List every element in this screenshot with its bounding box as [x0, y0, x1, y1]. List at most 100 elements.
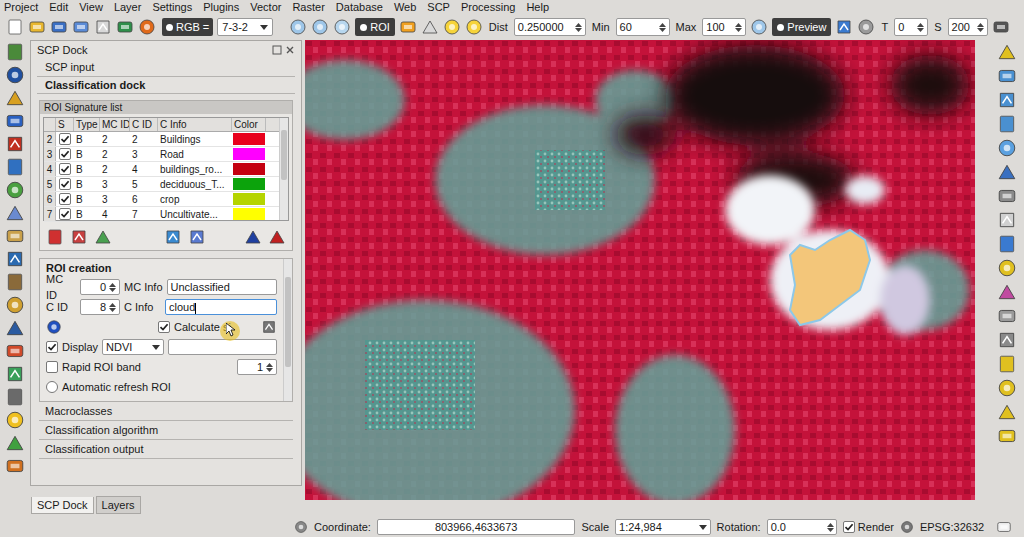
map-tool-icon[interactable] — [997, 42, 1017, 62]
checkbox[interactable] — [158, 321, 170, 333]
spin-arrows-icon[interactable] — [977, 23, 986, 32]
remove-roi-icon[interactable] — [46, 228, 64, 246]
menu-item[interactable]: SCP — [427, 0, 450, 14]
rotation-field[interactable]: 0.0 — [767, 519, 837, 535]
save-roi-icon[interactable] — [46, 319, 62, 335]
map-tool-icon[interactable] — [997, 258, 1017, 278]
map-tool-icon[interactable] — [997, 138, 1017, 158]
plugin-tool-icon[interactable] — [5, 341, 25, 361]
add-roi-icon[interactable] — [443, 18, 461, 36]
spin-arrows-icon[interactable] — [827, 523, 836, 532]
database-icon[interactable] — [992, 18, 1010, 36]
display-combo[interactable]: NDVI — [102, 339, 164, 355]
checkbox[interactable] — [59, 163, 71, 175]
spinbox[interactable]: 1 — [237, 359, 277, 375]
menu-item[interactable]: Vector — [250, 0, 281, 14]
checkbox[interactable] — [59, 193, 71, 205]
map-tool-icon[interactable] — [997, 210, 1017, 230]
checkbox[interactable] — [46, 341, 58, 353]
menu-item[interactable]: Plugins — [203, 0, 239, 14]
color-swatch[interactable] — [233, 178, 265, 190]
field-value[interactable]: 0 — [898, 19, 917, 35]
plugin-tool-icon[interactable] — [5, 295, 25, 315]
scale-combo[interactable]: 1:24,984 — [615, 519, 711, 535]
band-set-icon[interactable] — [116, 18, 134, 36]
spin-arrows-icon[interactable] — [659, 23, 668, 32]
redo-preview-icon[interactable] — [857, 18, 875, 36]
dock-section-header[interactable]: Classification dock — [37, 77, 295, 95]
spin-arrows-icon[interactable] — [917, 23, 926, 32]
field-value[interactable]: 60 — [620, 19, 659, 35]
preview-palette-icon[interactable] — [835, 18, 853, 36]
plugin-tool-icon[interactable] — [5, 272, 25, 292]
close-icon[interactable] — [285, 45, 295, 55]
text-field[interactable]: 200 — [948, 18, 988, 36]
spinbox-value[interactable]: 0 — [84, 280, 109, 294]
plugin-tool-icon[interactable] — [5, 180, 25, 200]
field-value[interactable]: 100 — [706, 19, 735, 35]
radio-label[interactable]: Automatic refresh ROI — [62, 379, 171, 396]
table-row[interactable]: 2B22Buildings — [44, 132, 279, 147]
map-tool-icon[interactable] — [997, 186, 1017, 206]
plugin-tool-icon[interactable] — [5, 203, 25, 223]
pan-zoom-icon[interactable] — [333, 18, 351, 36]
float-icon[interactable] — [272, 45, 282, 55]
export-icon[interactable] — [268, 228, 286, 246]
map-tool-icon[interactable] — [997, 114, 1017, 134]
plugin-tool-icon[interactable] — [5, 456, 25, 476]
column-header[interactable]: C ID — [132, 119, 152, 130]
signature-icon[interactable] — [261, 319, 277, 335]
dropdown-arrow-icon[interactable] — [260, 25, 268, 30]
map-tool-icon[interactable] — [997, 282, 1017, 302]
dropdown-arrow-icon[interactable] — [699, 525, 707, 530]
radio-button[interactable] — [46, 381, 58, 393]
plugin-tool-icon[interactable] — [5, 226, 25, 246]
color-swatch[interactable] — [233, 148, 265, 160]
tab-label[interactable]: Layers — [102, 497, 135, 514]
c-info-field[interactable]: cloud — [165, 299, 277, 315]
text-field[interactable]: 0 — [894, 18, 928, 36]
map-tool-icon[interactable] — [997, 306, 1017, 326]
render-label[interactable]: Render — [858, 519, 894, 536]
coordinate-value[interactable]: 803966,4633673 — [435, 521, 518, 533]
map-tool-icon[interactable] — [997, 378, 1017, 398]
zoom-preview-icon[interactable] — [750, 18, 768, 36]
tips-icon[interactable] — [294, 520, 308, 534]
scrollbar[interactable] — [283, 259, 292, 401]
roi-polygon-icon[interactable] — [399, 18, 417, 36]
plugin-tool-icon[interactable] — [5, 134, 25, 154]
zoom-out-icon[interactable] — [311, 18, 329, 36]
field-value[interactable]: Unclassified — [171, 281, 230, 293]
crs-icon[interactable] — [900, 520, 914, 534]
checkbox-label[interactable]: Rapid ROI band — [62, 359, 141, 376]
redo-roi-icon[interactable] — [465, 18, 483, 36]
table-row[interactable]: 4B24buildings_ro... — [44, 162, 279, 177]
menu-item[interactable]: Processing — [461, 0, 515, 14]
color-swatch[interactable] — [233, 163, 265, 175]
text-field[interactable]: 100 — [702, 18, 746, 36]
scale-value[interactable]: 1:24,984 — [619, 519, 662, 536]
menu-item[interactable]: Web — [394, 0, 416, 14]
map-canvas[interactable] — [305, 40, 975, 500]
save-as-icon[interactable] — [72, 18, 90, 36]
save-project-icon[interactable] — [50, 18, 68, 36]
checkbox[interactable] — [843, 521, 855, 533]
spin-arrows-icon[interactable] — [735, 23, 744, 32]
zoom-in-icon[interactable] — [289, 18, 307, 36]
rgb-combo[interactable]: RGB= — [162, 18, 213, 36]
tab-label[interactable]: SCP Dock — [37, 497, 88, 514]
column-header[interactable]: S — [58, 119, 65, 130]
field-value[interactable]: cloud — [169, 301, 195, 313]
column-header[interactable]: C Info — [160, 119, 187, 130]
map-tool-icon[interactable] — [997, 90, 1017, 110]
menu-item[interactable]: Help — [526, 0, 549, 14]
rotation-value[interactable]: 0.0 — [771, 519, 827, 536]
plot-icon[interactable] — [164, 228, 182, 246]
collapsed-section-header[interactable]: Classification algorithm — [39, 421, 293, 440]
column-header[interactable]: Type — [76, 119, 98, 130]
text-field[interactable]: 0.250000 — [514, 18, 586, 36]
display-field[interactable] — [168, 339, 277, 355]
collapsed-section-header[interactable]: Macroclasses — [39, 402, 293, 421]
merge-roi-icon[interactable] — [70, 228, 88, 246]
new-project-icon[interactable] — [6, 18, 24, 36]
